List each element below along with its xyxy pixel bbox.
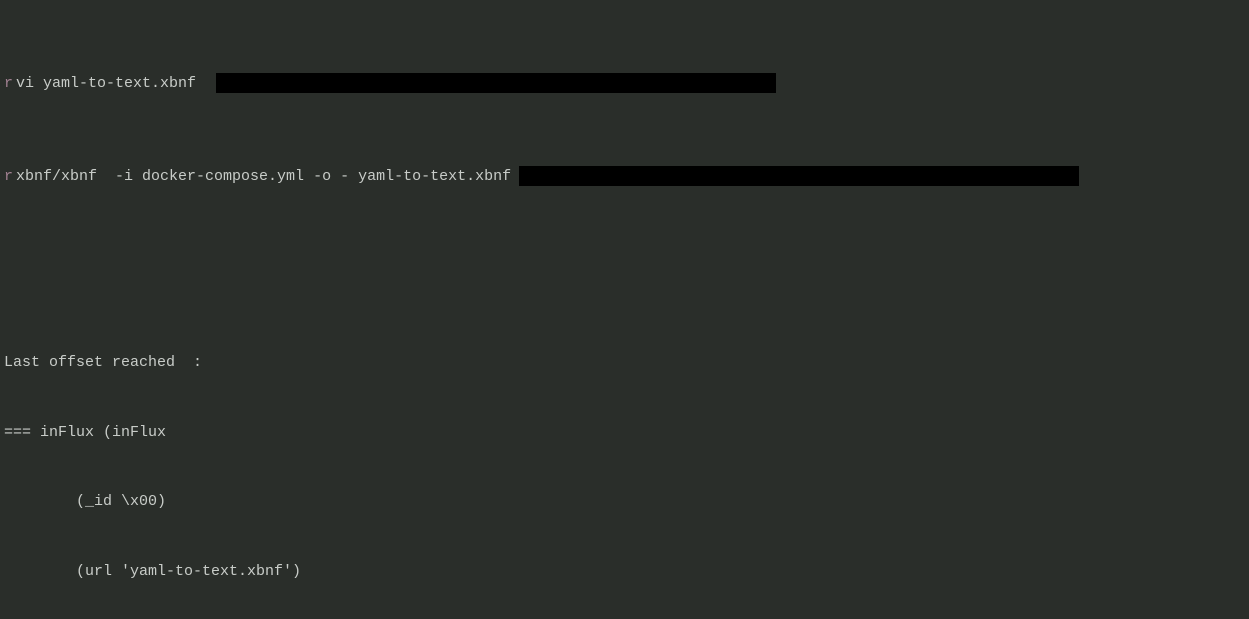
prompt-char: r [4,72,13,95]
prompt-char: r [4,165,13,188]
output-line: Last offset reached : [4,351,1245,374]
terminal-output: r vi yaml-to-text.xbnf r xbnf/xbnf -i do… [0,0,1249,619]
blank-line [4,258,1245,281]
command-line-1[interactable]: r vi yaml-to-text.xbnf [4,72,1245,95]
redacted-region [519,166,1079,186]
command-line-2[interactable]: r xbnf/xbnf -i docker-compose.yml -o - y… [4,165,1245,188]
command-text: xbnf/xbnf -i docker-compose.yml -o - yam… [16,165,511,188]
output-line: (url 'yaml-to-text.xbnf') [4,560,1245,583]
command-text: vi yaml-to-text.xbnf [16,72,196,95]
output-line: === inFlux (inFlux [4,421,1245,444]
redacted-region [216,73,776,93]
output-line: (_id \x00) [4,490,1245,513]
